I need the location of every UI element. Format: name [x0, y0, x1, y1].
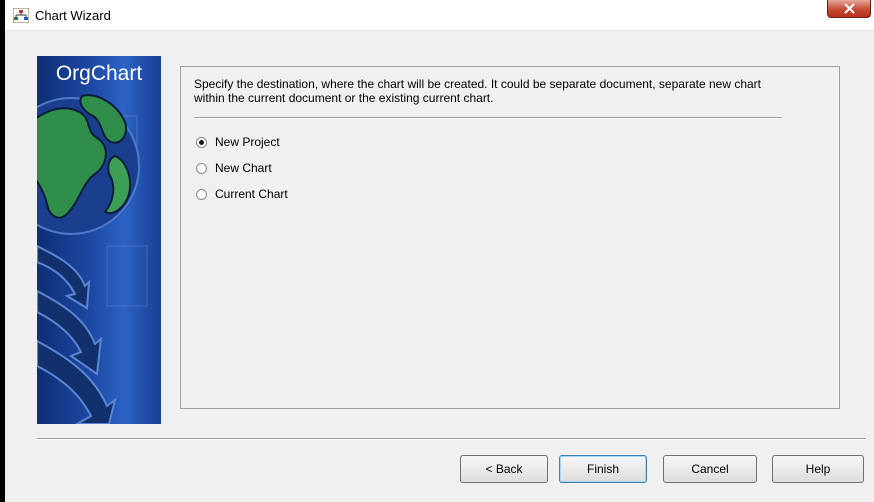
option-new-project[interactable]: New Project — [196, 134, 280, 150]
globe-arrows-graphic — [37, 94, 148, 424]
instruction-divider — [194, 117, 782, 119]
radio-current-chart[interactable] — [196, 188, 207, 200]
window-title: Chart Wizard — [35, 8, 111, 23]
option-current-chart-label: Current Chart — [215, 187, 288, 201]
chart-wizard-window: Chart Wizard OrgChart Specify the destin… — [0, 0, 874, 502]
option-new-project-label: New Project — [215, 135, 280, 149]
app-icon — [13, 8, 29, 23]
radio-new-chart[interactable] — [196, 162, 207, 174]
finish-button[interactable]: Finish — [559, 455, 647, 483]
title-bar[interactable]: Chart Wizard — [5, 0, 874, 31]
option-current-chart[interactable]: Current Chart — [196, 186, 288, 202]
wizard-banner: OrgChart — [37, 56, 161, 424]
banner-logo-text: OrgChart — [55, 62, 143, 85]
close-button[interactable] — [827, 0, 871, 18]
option-new-chart-label: New Chart — [215, 161, 272, 175]
button-divider — [37, 438, 866, 440]
instruction-text: Specify the destination, where the chart… — [194, 77, 761, 105]
close-icon — [844, 3, 855, 14]
cancel-button[interactable]: Cancel — [663, 455, 757, 483]
help-button[interactable]: Help — [772, 455, 864, 483]
option-new-chart[interactable]: New Chart — [196, 160, 272, 176]
back-button[interactable]: < Back — [460, 455, 548, 483]
radio-new-project[interactable] — [196, 136, 207, 148]
